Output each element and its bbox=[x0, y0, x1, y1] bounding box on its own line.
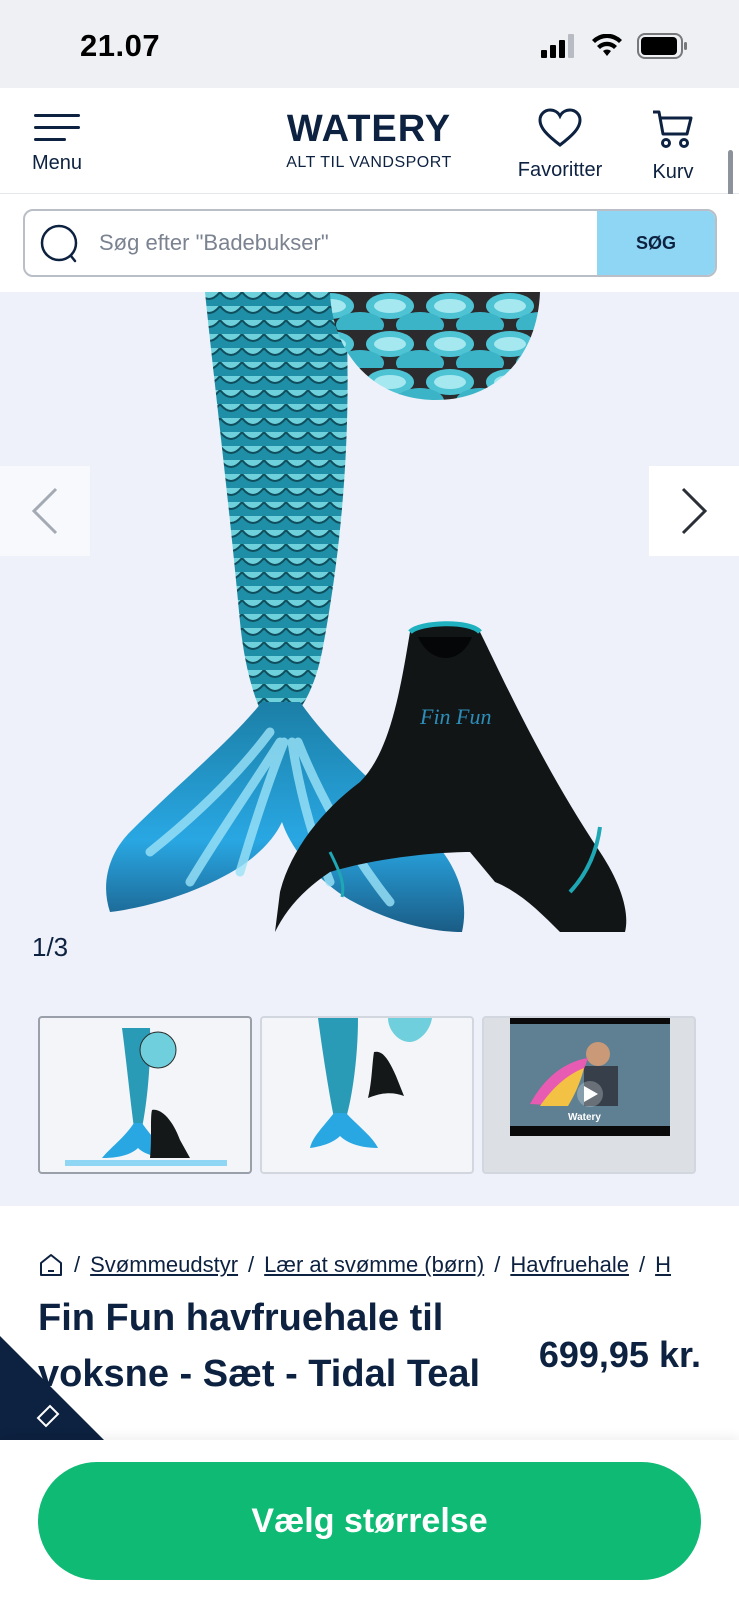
home-icon[interactable] bbox=[38, 1252, 64, 1278]
hamburger-icon bbox=[34, 110, 80, 146]
breadcrumb-link-svommeudstyr[interactable]: Svømmeudstyr bbox=[90, 1252, 238, 1278]
breadcrumb-separator: / bbox=[494, 1252, 501, 1277]
search-bar: SØG bbox=[0, 194, 739, 292]
battery-icon bbox=[637, 33, 687, 59]
menu-button[interactable]: Menu bbox=[24, 110, 90, 175]
site-logo[interactable]: WATERY ALT TIL VANDSPORT bbox=[260, 108, 478, 172]
breadcrumb: / Svømmeudstyr / Lær at svømme (børn) / … bbox=[38, 1248, 738, 1282]
search-button[interactable]: SØG bbox=[597, 211, 715, 275]
thumbnail-2[interactable] bbox=[260, 1016, 474, 1174]
gallery-prev-button[interactable] bbox=[0, 466, 90, 556]
status-icons bbox=[541, 33, 689, 59]
breadcrumb-link-laer-at-svomme[interactable]: Lær at svømme (børn) bbox=[264, 1252, 484, 1278]
thumbnail-image-2 bbox=[310, 1018, 432, 1148]
thumbnail-1[interactable] bbox=[38, 1016, 252, 1174]
search-input[interactable] bbox=[99, 211, 619, 275]
site-header: Menu WATERY ALT TIL VANDSPORT Favoritter… bbox=[0, 88, 739, 194]
breadcrumb-separator: / bbox=[638, 1252, 646, 1277]
breadcrumb-separator: / bbox=[74, 1252, 81, 1277]
breadcrumb-link-havfruehale[interactable]: Havfruehale bbox=[510, 1252, 629, 1278]
video-thumbnail-image: Watery bbox=[510, 1018, 670, 1136]
breadcrumb-link-truncated[interactable]: H bbox=[655, 1252, 671, 1278]
thumbnail-video[interactable]: Watery bbox=[482, 1016, 696, 1174]
chevron-left-icon bbox=[31, 487, 58, 535]
corner-badge[interactable] bbox=[0, 1336, 110, 1446]
favorites-button[interactable]: Favoritter bbox=[508, 108, 612, 182]
favorites-label: Favoritter bbox=[517, 159, 603, 181]
menu-label: Menu bbox=[31, 152, 83, 174]
search-icon bbox=[40, 224, 78, 263]
choose-size-button[interactable]: Vælg størrelse bbox=[38, 1462, 701, 1580]
thumbnail-active-indicator bbox=[65, 1160, 227, 1166]
heart-icon bbox=[538, 108, 582, 147]
logo-wordmark: WATERY bbox=[286, 108, 452, 150]
thumbnail-strip: Watery bbox=[38, 1016, 702, 1176]
breadcrumb-separator: / bbox=[248, 1252, 255, 1277]
video-thumb-watermark: Watery bbox=[568, 1112, 601, 1123]
status-time: 21.07 bbox=[80, 28, 161, 63]
search-box: SØG bbox=[23, 209, 717, 277]
chevron-right-icon bbox=[681, 487, 708, 535]
product-image[interactable]: Fin Fun bbox=[0, 292, 739, 972]
product-price: 699,95 kr. bbox=[538, 1334, 701, 1375]
product-title-line-1: Fin Fun havfruehale til bbox=[38, 1297, 444, 1339]
logo-tagline: ALT TIL VANDSPORT bbox=[286, 154, 452, 171]
tag-icon bbox=[0, 1336, 110, 1446]
sticky-footer: Vælg størrelse bbox=[0, 1440, 739, 1600]
status-bar: 21.07 bbox=[0, 0, 739, 88]
thumbnail-image-1 bbox=[102, 1028, 190, 1158]
cart-label: Kurv bbox=[652, 161, 694, 183]
gallery-next-button[interactable] bbox=[649, 466, 739, 556]
gallery-counter: 1/3 bbox=[32, 932, 69, 962]
cart-button[interactable]: Kurv bbox=[640, 108, 706, 184]
cart-icon bbox=[653, 110, 693, 148]
signal-icon bbox=[541, 34, 574, 58]
product-gallery: Fin Fun 1/3 Watery bbox=[0, 292, 739, 1206]
svg-text:Fin Fun: Fin Fun bbox=[419, 704, 492, 729]
wifi-icon bbox=[592, 34, 622, 56]
